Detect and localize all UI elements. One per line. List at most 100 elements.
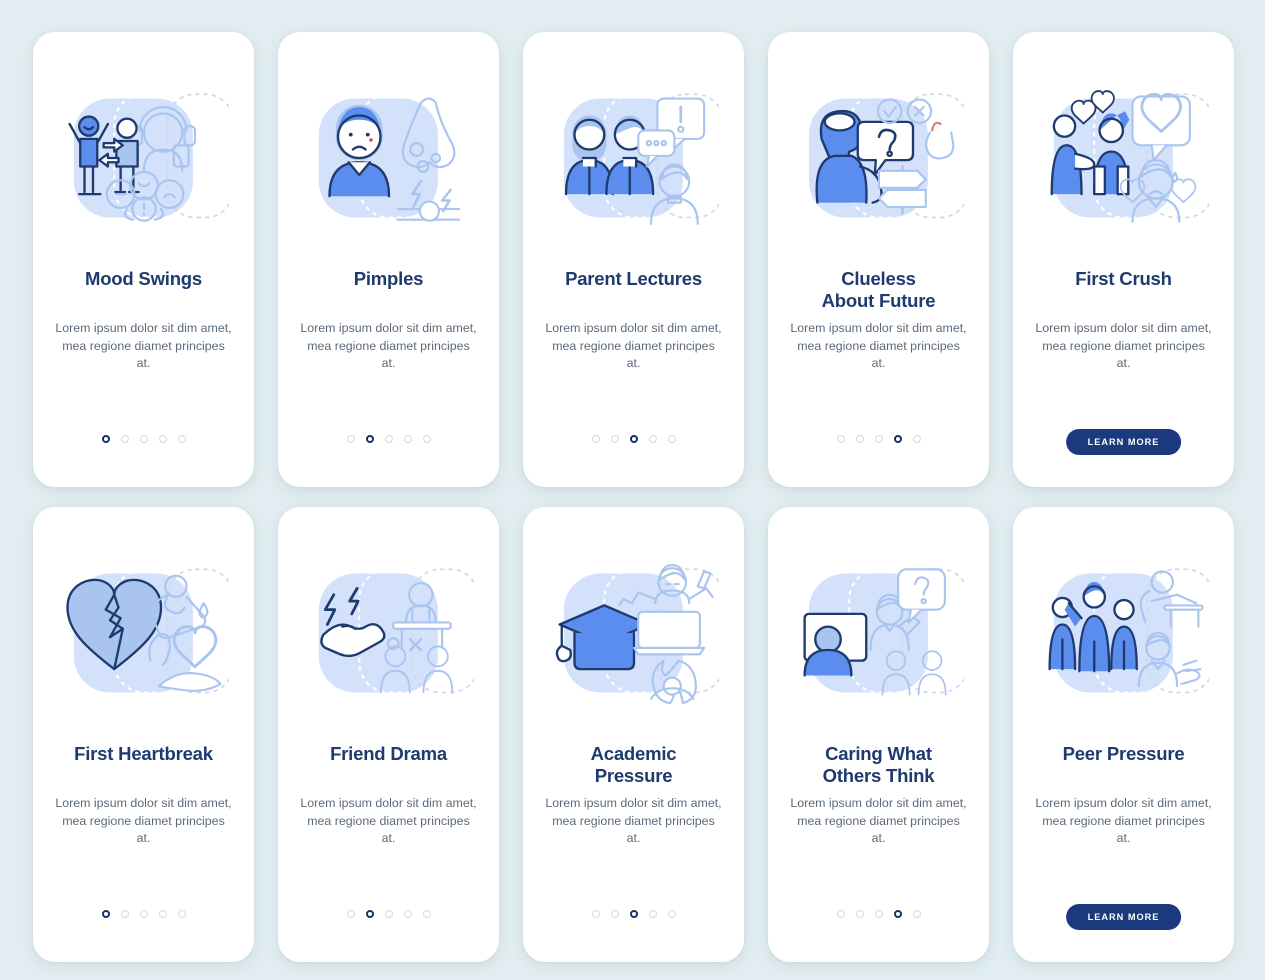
pagination-dot[interactable] <box>667 435 676 443</box>
pagination-dots <box>768 435 989 443</box>
onboarding-screens-grid: Mood Swings Lorem ipsum dolor sit dim ame… <box>0 0 1265 962</box>
pagination-dot[interactable] <box>346 435 355 443</box>
pagination-dot-active[interactable] <box>365 435 374 443</box>
parent-lectures-illustration <box>544 78 724 238</box>
pagination-dot[interactable] <box>177 910 186 918</box>
pagination-dot[interactable] <box>610 910 619 918</box>
card-title: First Crush <box>1063 268 1183 312</box>
card-body-text: Lorem ipsum dolor sit dim amet, mea regi… <box>55 321 232 371</box>
card-title-line: First Heartbreak <box>74 743 213 764</box>
pagination-dots <box>523 435 744 443</box>
card-title-line: Academic <box>590 743 677 764</box>
onboarding-card: Peer Pressure Lorem ipsum dolor sit dim a… <box>1013 507 1234 962</box>
onboarding-card: Caring What Others Think Lorem ipsum dolor… <box>768 507 989 962</box>
clueless-about-future-illustration <box>789 78 969 238</box>
card-body-text: Lorem ipsum dolor sit dim amet, mea regi… <box>790 321 967 371</box>
pagination-dot[interactable] <box>874 435 883 443</box>
card-title-line: Pimples <box>353 268 424 289</box>
pagination-dot[interactable] <box>139 910 148 918</box>
academic-pressure-illustration <box>544 553 724 713</box>
pagination-dot[interactable] <box>384 910 393 918</box>
pagination-dot[interactable] <box>120 910 129 918</box>
pagination-dot-active[interactable] <box>101 910 110 918</box>
card-title-line: Pressure <box>594 764 673 786</box>
pagination-dot[interactable] <box>403 910 412 918</box>
card-title: First Heartbreak <box>62 743 225 787</box>
pagination-dot[interactable] <box>346 910 355 918</box>
pagination-dot[interactable] <box>836 435 845 443</box>
first-crush-illustration <box>1034 78 1214 238</box>
first-heartbreak-illustration <box>54 553 234 713</box>
learn-more-button[interactable]: LEARN MORE <box>1065 904 1182 930</box>
pagination-dot-active[interactable] <box>629 910 638 918</box>
card-title-line: Mood Swings <box>84 268 202 289</box>
card-title: Academic Pressure <box>579 743 689 787</box>
card-body-text: Lorem ipsum dolor sit dim amet, mea regi… <box>1035 796 1212 846</box>
pagination-dots <box>523 910 744 918</box>
card-body-text: Lorem ipsum dolor sit dim amet, mea regi… <box>1035 321 1212 371</box>
learn-more-button[interactable]: LEARN MORE <box>1065 429 1182 455</box>
pagination-dot-active[interactable] <box>101 435 110 443</box>
pagination-dot[interactable] <box>610 435 619 443</box>
pimples-illustration <box>299 78 479 238</box>
pagination-dot-active[interactable] <box>893 435 902 443</box>
caring-what-others-think-illustration <box>789 553 969 713</box>
pagination-dot[interactable] <box>403 435 412 443</box>
card-title: Pimples <box>342 268 436 312</box>
card-title: Parent Lectures <box>553 268 714 312</box>
pagination-dot[interactable] <box>591 910 600 918</box>
card-title-line: Clueless <box>841 268 916 289</box>
pagination-dots <box>278 910 499 918</box>
onboarding-card: Mood Swings Lorem ipsum dolor sit dim ame… <box>33 32 254 487</box>
friend-drama-illustration <box>299 553 479 713</box>
pagination-dot[interactable] <box>158 910 167 918</box>
onboarding-card: Academic Pressure Lorem ipsum dolor sit di… <box>523 507 744 962</box>
card-title-line: Others Think <box>822 764 935 786</box>
card-title: Mood Swings <box>73 268 214 312</box>
pagination-dot[interactable] <box>912 910 921 918</box>
onboarding-card: Friend Drama Lorem ipsum dolor sit dim am… <box>278 507 499 962</box>
card-title-line: Caring What <box>825 743 932 764</box>
onboarding-card: Pimples Lorem ipsum dolor sit dim amet, m… <box>278 32 499 487</box>
onboarding-card: First Heartbreak Lorem ipsum dolor sit di… <box>33 507 254 962</box>
pagination-dot[interactable] <box>667 910 676 918</box>
card-title-line: First Crush <box>1075 268 1172 289</box>
pagination-dot[interactable] <box>855 910 864 918</box>
card-title: Caring What Others Think <box>811 743 947 787</box>
pagination-dot[interactable] <box>120 435 129 443</box>
pagination-dot[interactable] <box>177 435 186 443</box>
pagination-dot[interactable] <box>591 435 600 443</box>
pagination-dot[interactable] <box>158 435 167 443</box>
pagination-dot[interactable] <box>912 435 921 443</box>
card-body-text: Lorem ipsum dolor sit dim amet, mea regi… <box>790 796 967 846</box>
card-title-line: Friend Drama <box>330 743 447 764</box>
card-title-line: Peer Pressure <box>1062 743 1185 764</box>
peer-pressure-illustration <box>1034 553 1214 713</box>
pagination-dot-active[interactable] <box>893 910 902 918</box>
pagination-dot[interactable] <box>855 435 864 443</box>
pagination-dots <box>33 435 254 443</box>
pagination-dot[interactable] <box>648 910 657 918</box>
card-title: Friend Drama <box>318 743 459 787</box>
card-title: Clueless About Future <box>810 268 948 312</box>
card-body-text: Lorem ipsum dolor sit dim amet, mea regi… <box>55 796 232 846</box>
pagination-dot[interactable] <box>648 435 657 443</box>
pagination-dot[interactable] <box>422 435 431 443</box>
pagination-dot[interactable] <box>874 910 883 918</box>
card-title-line: About Future <box>821 289 936 311</box>
pagination-dots <box>33 910 254 918</box>
card-title-line: Parent Lectures <box>565 268 702 289</box>
card-body-text: Lorem ipsum dolor sit dim amet, mea regi… <box>545 796 722 846</box>
pagination-dot[interactable] <box>836 910 845 918</box>
pagination-dots <box>278 435 499 443</box>
pagination-dot[interactable] <box>422 910 431 918</box>
pagination-dot-active[interactable] <box>365 910 374 918</box>
pagination-dot-active[interactable] <box>629 435 638 443</box>
card-body-text: Lorem ipsum dolor sit dim amet, mea regi… <box>545 321 722 371</box>
mood-swings-illustration <box>54 78 234 238</box>
card-title: Peer Pressure <box>1051 743 1197 787</box>
onboarding-card: Clueless About Future Lorem ipsum dolor si… <box>768 32 989 487</box>
pagination-dot[interactable] <box>384 435 393 443</box>
card-body-text: Lorem ipsum dolor sit dim amet, mea regi… <box>300 796 477 846</box>
pagination-dot[interactable] <box>139 435 148 443</box>
